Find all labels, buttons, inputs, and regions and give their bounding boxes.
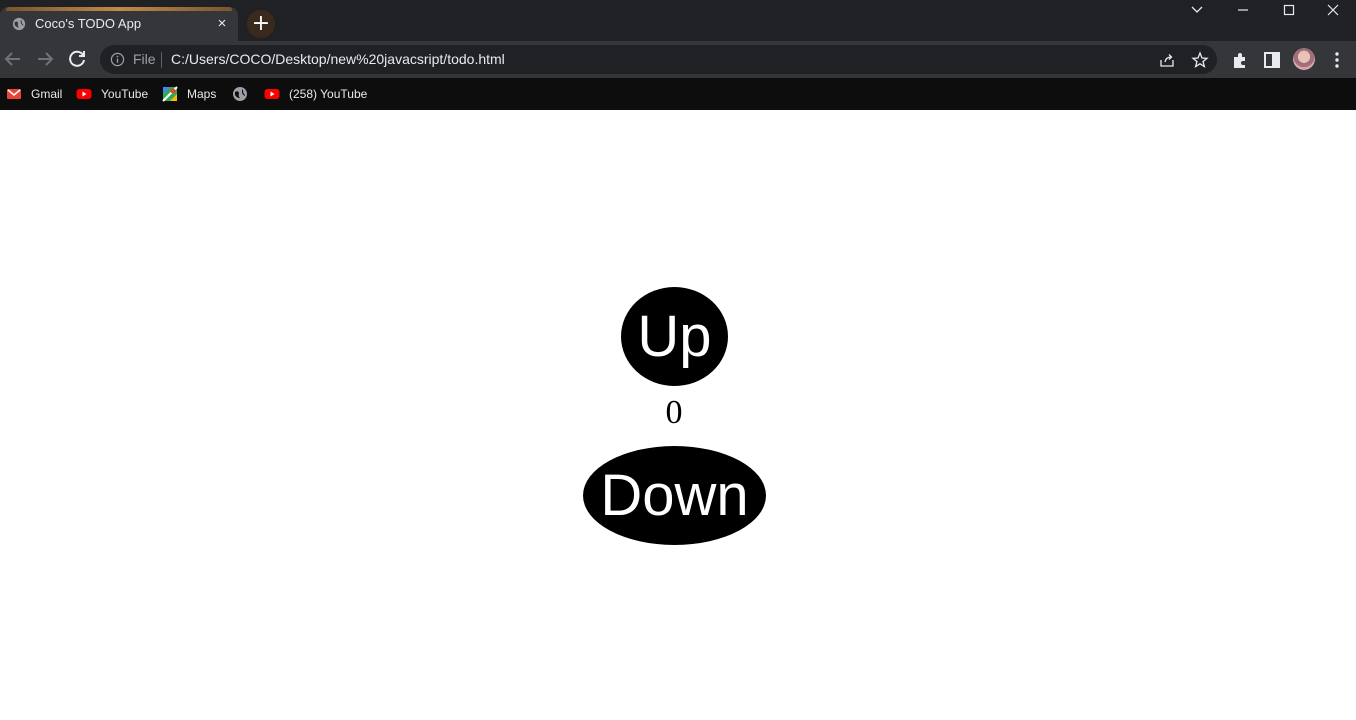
page-content: Up 0 Down (0, 110, 1356, 720)
bookmark-label: (258) YouTube (289, 87, 368, 101)
bookmark-label: YouTube (101, 87, 149, 101)
menu-kebab-icon[interactable] (1327, 50, 1347, 70)
bookmark-youtube[interactable]: YouTube (76, 84, 148, 104)
tab-title: Coco's TODO App (35, 16, 142, 31)
omnibox-divider (161, 52, 162, 68)
profile-avatar[interactable] (1293, 48, 1315, 70)
back-icon[interactable] (1, 47, 25, 71)
minimize-icon[interactable] (1220, 0, 1266, 20)
youtube-icon (264, 89, 280, 99)
down-button[interactable]: Down (583, 446, 766, 545)
bookmark-youtube-258[interactable]: (258) YouTube (264, 84, 367, 104)
bookmark-label: Gmail (31, 87, 63, 101)
bookmark-maps[interactable]: Maps (162, 84, 216, 104)
bookmark-gmail[interactable]: Gmail (6, 84, 62, 104)
bookmark-star-icon[interactable] (1191, 51, 1209, 69)
bookmark-label: Maps (187, 87, 217, 101)
globe-icon (12, 17, 26, 31)
tab-search-icon[interactable] (1174, 0, 1220, 20)
counter-value: 0 (665, 394, 683, 431)
youtube-icon (76, 89, 92, 99)
tab-strip: Coco's TODO App × + (0, 0, 1356, 41)
address-bar[interactable]: File C:/Users/COCO/Desktop/new%20javacsr… (100, 45, 1217, 74)
bookmarks-bar: Gmail YouTube Maps (258) YouTube (0, 78, 1356, 110)
browser-toolbar: File C:/Users/COCO/Desktop/new%20javacsr… (0, 41, 1356, 78)
reload-icon[interactable] (65, 47, 89, 71)
bookmark-globe[interactable] (232, 84, 257, 104)
scheme-label: File (133, 51, 156, 67)
share-icon[interactable] (1158, 51, 1176, 69)
extensions-icon[interactable] (1230, 50, 1250, 70)
maps-icon (162, 86, 178, 102)
close-icon[interactable] (1310, 0, 1356, 20)
globe-icon (233, 87, 247, 101)
side-panel-icon[interactable] (1262, 50, 1282, 70)
tab-close-icon[interactable]: × (214, 16, 230, 32)
tab-accent-bar (6, 7, 232, 11)
browser-tab[interactable]: Coco's TODO App × (0, 7, 238, 41)
new-tab-button[interactable]: + (247, 10, 275, 38)
up-button[interactable]: Up (621, 287, 728, 386)
forward-icon[interactable] (33, 47, 57, 71)
maximize-icon[interactable] (1266, 0, 1312, 20)
url-text[interactable]: C:/Users/COCO/Desktop/new%20javacsript/t… (171, 51, 505, 67)
gmail-icon (7, 89, 21, 99)
info-icon[interactable] (110, 52, 125, 67)
